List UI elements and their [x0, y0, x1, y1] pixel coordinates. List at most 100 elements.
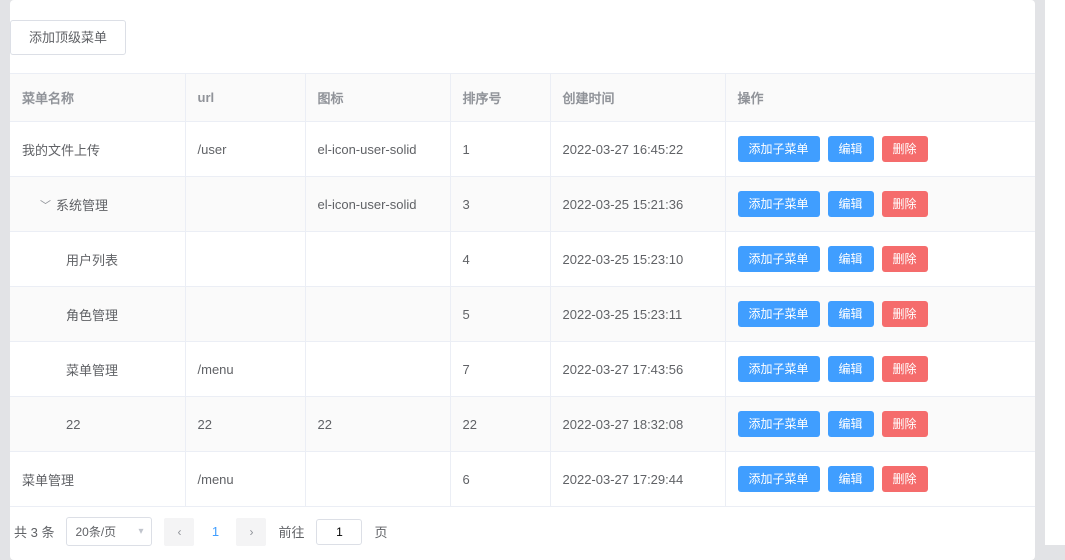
cell-sort: 3: [450, 177, 550, 232]
cell-created: 2022-03-27 17:29:44: [550, 452, 725, 507]
page-size-select[interactable]: 20条/页 ▾: [66, 517, 152, 546]
row-name: 22: [66, 417, 80, 432]
row-name: 我的文件上传: [22, 143, 100, 158]
edit-button[interactable]: 编辑: [828, 466, 874, 492]
cell-created: 2022-03-25 15:21:36: [550, 177, 725, 232]
pager-next-button[interactable]: ›: [236, 518, 266, 546]
cell-name: 用户列表: [10, 232, 185, 287]
cell-name: 我的文件上传: [10, 122, 185, 177]
cell-sort: 6: [450, 452, 550, 507]
table-header-row: 菜单名称 url 图标 排序号 创建时间 操作: [10, 74, 1035, 122]
name-wrap: 我的文件上传: [22, 143, 100, 158]
delete-button[interactable]: 删除: [882, 356, 928, 382]
delete-button[interactable]: 删除: [882, 136, 928, 162]
cell-created: 2022-03-25 15:23:10: [550, 232, 725, 287]
delete-button[interactable]: 删除: [882, 466, 928, 492]
cell-icon: el-icon-user-solid: [305, 122, 450, 177]
table-row: 222222222022-03-27 18:32:08添加子菜单编辑删除: [10, 397, 1035, 452]
cell-url: 22: [185, 397, 305, 452]
add-child-button[interactable]: 添加子菜单: [738, 136, 820, 162]
cell-icon: [305, 232, 450, 287]
delete-button[interactable]: 删除: [882, 301, 928, 327]
pager-page-1[interactable]: 1: [200, 518, 230, 546]
add-top-menu-button[interactable]: 添加顶级菜单: [10, 20, 126, 55]
cell-created: 2022-03-27 17:43:56: [550, 342, 725, 397]
cell-created: 2022-03-27 18:32:08: [550, 397, 725, 452]
cell-name: 角色管理: [10, 287, 185, 342]
pager: ‹ 1 ›: [164, 518, 266, 546]
jump-page-input[interactable]: [316, 519, 362, 545]
edit-button[interactable]: 编辑: [828, 411, 874, 437]
add-child-button[interactable]: 添加子菜单: [738, 191, 820, 217]
chevron-down-icon: ▾: [138, 526, 143, 537]
cell-ops: 添加子菜单编辑删除: [725, 452, 1035, 507]
delete-button[interactable]: 删除: [882, 411, 928, 437]
col-header-ops: 操作: [725, 74, 1035, 122]
cell-icon: 22: [305, 397, 450, 452]
table-row: 菜单管理/menu62022-03-27 17:29:44添加子菜单编辑删除: [10, 452, 1035, 507]
col-header-icon: 图标: [305, 74, 450, 122]
col-header-url: url: [185, 74, 305, 122]
table-row: 我的文件上传/userel-icon-user-solid12022-03-27…: [10, 122, 1035, 177]
cell-sort: 1: [450, 122, 550, 177]
col-header-sort: 排序号: [450, 74, 550, 122]
cell-sort: 22: [450, 397, 550, 452]
cell-ops: 添加子菜单编辑删除: [725, 397, 1035, 452]
delete-button[interactable]: 删除: [882, 191, 928, 217]
add-child-button[interactable]: 添加子菜单: [738, 301, 820, 327]
cell-sort: 7: [450, 342, 550, 397]
cell-url: /user: [185, 122, 305, 177]
cell-created: 2022-03-25 15:23:11: [550, 287, 725, 342]
name-wrap: 22: [22, 417, 80, 432]
table-row: ﹀系统管理el-icon-user-solid32022-03-25 15:21…: [10, 177, 1035, 232]
cell-ops: 添加子菜单编辑删除: [725, 177, 1035, 232]
cell-sort: 4: [450, 232, 550, 287]
col-header-created: 创建时间: [550, 74, 725, 122]
cell-name: ﹀ 系统管理: [10, 177, 185, 232]
cell-name: 菜单管理: [10, 342, 185, 397]
cell-ops: 添加子菜单编辑删除: [725, 342, 1035, 397]
edit-button[interactable]: 编辑: [828, 356, 874, 382]
row-name: 菜单管理: [22, 473, 74, 488]
pagination: 共 3 条 20条/页 ▾ ‹ 1 › 前往 页: [10, 507, 1035, 560]
cell-ops: 添加子菜单编辑删除: [725, 287, 1035, 342]
edit-button[interactable]: 编辑: [828, 191, 874, 217]
cell-name: 22: [10, 397, 185, 452]
row-name: 角色管理: [66, 308, 118, 323]
cell-icon: [305, 452, 450, 507]
jump-label-suffix: 页: [374, 522, 387, 541]
row-name: 用户列表: [66, 253, 118, 268]
cell-ops: 添加子菜单编辑删除: [725, 232, 1035, 287]
jump-label-prefix: 前往: [278, 522, 304, 541]
expand-icon[interactable]: ﹀: [40, 197, 50, 213]
edit-button[interactable]: 编辑: [828, 136, 874, 162]
cell-url: [185, 232, 305, 287]
cell-name: 菜单管理: [10, 452, 185, 507]
page-size-label: 20条/页: [75, 523, 116, 540]
name-wrap: 菜单管理: [22, 473, 74, 488]
table-row: 角色管理52022-03-25 15:23:11添加子菜单编辑删除: [10, 287, 1035, 342]
name-wrap: 用户列表: [22, 253, 118, 268]
menu-table: 菜单名称 url 图标 排序号 创建时间 操作 我的文件上传/userel-ic…: [10, 73, 1035, 507]
cell-created: 2022-03-27 16:45:22: [550, 122, 725, 177]
add-child-button[interactable]: 添加子菜单: [738, 466, 820, 492]
col-header-name: 菜单名称: [10, 74, 185, 122]
row-name: 菜单管理: [66, 363, 118, 378]
add-child-button[interactable]: 添加子菜单: [738, 246, 820, 272]
cell-url: [185, 177, 305, 232]
table-row: 用户列表42022-03-25 15:23:10添加子菜单编辑删除: [10, 232, 1035, 287]
edit-button[interactable]: 编辑: [828, 246, 874, 272]
edit-button[interactable]: 编辑: [828, 301, 874, 327]
delete-button[interactable]: 删除: [882, 246, 928, 272]
add-child-button[interactable]: 添加子菜单: [738, 411, 820, 437]
table-row: 菜单管理/menu72022-03-27 17:43:56添加子菜单编辑删除: [10, 342, 1035, 397]
add-child-button[interactable]: 添加子菜单: [738, 356, 820, 382]
row-name: 系统管理: [56, 198, 108, 213]
name-wrap: ﹀ 系统管理: [22, 198, 108, 213]
cell-icon: [305, 342, 450, 397]
cell-url: [185, 287, 305, 342]
pager-prev-button[interactable]: ‹: [164, 518, 194, 546]
pagination-total: 共 3 条: [14, 522, 54, 541]
toolbar: 添加顶级菜单: [10, 0, 1035, 73]
cell-ops: 添加子菜单编辑删除: [725, 122, 1035, 177]
